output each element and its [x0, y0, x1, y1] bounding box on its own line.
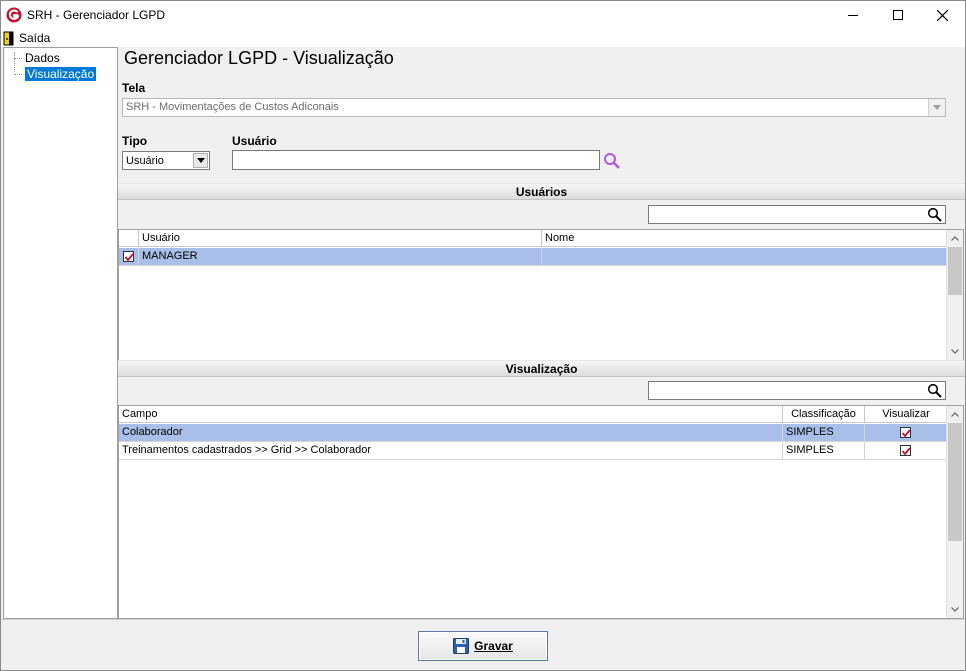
visualizacao-grid: Campo Classificação Visualizar Colaborad…: [118, 405, 964, 619]
row-checkbox[interactable]: [123, 251, 134, 262]
menu-bar: Saída: [1, 29, 965, 47]
scroll-up-icon[interactable]: [947, 406, 963, 422]
main-panel: Gerenciador LGPD - Visualização Tela SRH…: [118, 47, 965, 619]
app-logo-icon: [6, 7, 22, 23]
campo-cell: Colaborador: [119, 424, 783, 442]
visualizar-cell[interactable]: [865, 442, 948, 460]
tipo-select-value: Usuário: [126, 155, 164, 167]
chevron-down-icon: [196, 158, 205, 163]
campo-cell: Treinamentos cadastrados >> Grid >> Cola…: [119, 442, 783, 460]
visualizar-checkbox[interactable]: [900, 427, 911, 438]
app-window: SRH - Gerenciador LGPD Saída Dados Visua…: [0, 0, 966, 671]
tela-select-value: SRH - Movimentações de Custos Adiconais: [126, 101, 339, 113]
tela-dropdown-button[interactable]: [928, 99, 945, 116]
maximize-button[interactable]: [875, 1, 920, 29]
scroll-thumb[interactable]: [948, 423, 962, 541]
search-icon: [927, 207, 943, 223]
menu-item-saida[interactable]: Saída: [3, 30, 50, 46]
visualizacao-grid-scrollbar[interactable]: [946, 406, 963, 618]
usuario-label: Usuário: [232, 134, 277, 148]
usuarios-grid: Usuário Nome MANAGER: [118, 229, 964, 361]
scroll-down-icon[interactable]: [947, 343, 963, 359]
search-icon: [927, 383, 943, 399]
footer-bar: Gravar: [1, 619, 965, 670]
scroll-thumb[interactable]: [948, 247, 962, 295]
visualizar-cell[interactable]: [865, 424, 948, 442]
chevron-down-icon: [933, 105, 941, 110]
tree-item-visualizacao[interactable]: Visualização: [25, 67, 97, 81]
minimize-button[interactable]: [830, 1, 875, 29]
maximize-icon: [892, 10, 903, 20]
close-button[interactable]: [920, 1, 965, 29]
checkmark-icon: [901, 429, 911, 438]
visualizacao-column-visualizar[interactable]: Visualizar: [865, 406, 948, 423]
classificacao-cell: SIMPLES: [783, 424, 865, 442]
title-bar: SRH - Gerenciador LGPD: [1, 1, 965, 29]
visualizar-checkbox[interactable]: [900, 445, 911, 456]
scroll-down-icon[interactable]: [947, 601, 963, 617]
visualizacao-section-header: Visualização: [118, 360, 965, 377]
checkmark-icon: [124, 253, 134, 262]
close-icon: [937, 9, 948, 21]
exit-door-icon: [3, 31, 15, 46]
menu-item-saida-label: Saída: [19, 31, 51, 45]
nome-cell: [542, 248, 948, 266]
floppy-disk-icon: [453, 638, 470, 654]
table-row[interactable]: Colaborador SIMPLES: [119, 424, 948, 442]
tree-item-dados[interactable]: Dados: [9, 51, 62, 65]
tipo-label: Tipo: [122, 134, 148, 148]
tree-connector: [14, 74, 22, 75]
save-button-label: Gravar: [474, 639, 513, 653]
visualizacao-column-classificacao[interactable]: Classificação: [783, 406, 865, 423]
usuarios-column-nome[interactable]: Nome: [542, 230, 948, 247]
usuarios-grid-scrollbar[interactable]: [946, 230, 963, 360]
visualizacao-filter-input[interactable]: [648, 381, 946, 400]
usuarios-section-header: Usuários: [118, 183, 965, 200]
table-row[interactable]: MANAGER: [119, 248, 948, 266]
usuarios-filter-input[interactable]: [648, 205, 946, 224]
minimize-icon: [847, 15, 858, 16]
window-title: SRH - Gerenciador LGPD: [27, 8, 166, 22]
checkmark-icon: [901, 447, 911, 456]
scroll-up-icon[interactable]: [947, 230, 963, 246]
usuarios-column-usuario[interactable]: Usuário: [139, 230, 542, 247]
tela-select[interactable]: SRH - Movimentações de Custos Adiconais: [122, 98, 946, 117]
usuario-input[interactable]: [232, 150, 600, 170]
navigation-tree: Dados Visualização: [3, 47, 118, 619]
tipo-select[interactable]: Usuário: [122, 151, 210, 170]
classificacao-cell: SIMPLES: [783, 442, 865, 460]
usuarios-grid-check-header: [119, 230, 139, 247]
save-button[interactable]: Gravar: [418, 631, 548, 661]
row-checkbox-cell[interactable]: [119, 248, 139, 266]
search-icon: [604, 153, 620, 169]
usuario-cell: MANAGER: [139, 248, 542, 266]
tela-label: Tela: [122, 81, 146, 95]
usuario-lookup-button[interactable]: [602, 151, 622, 171]
visualizacao-column-campo[interactable]: Campo: [119, 406, 783, 423]
table-row[interactable]: Treinamentos cadastrados >> Grid >> Cola…: [119, 442, 948, 460]
page-title: Gerenciador LGPD - Visualização: [124, 48, 394, 68]
tipo-dropdown-button[interactable]: [193, 153, 208, 168]
